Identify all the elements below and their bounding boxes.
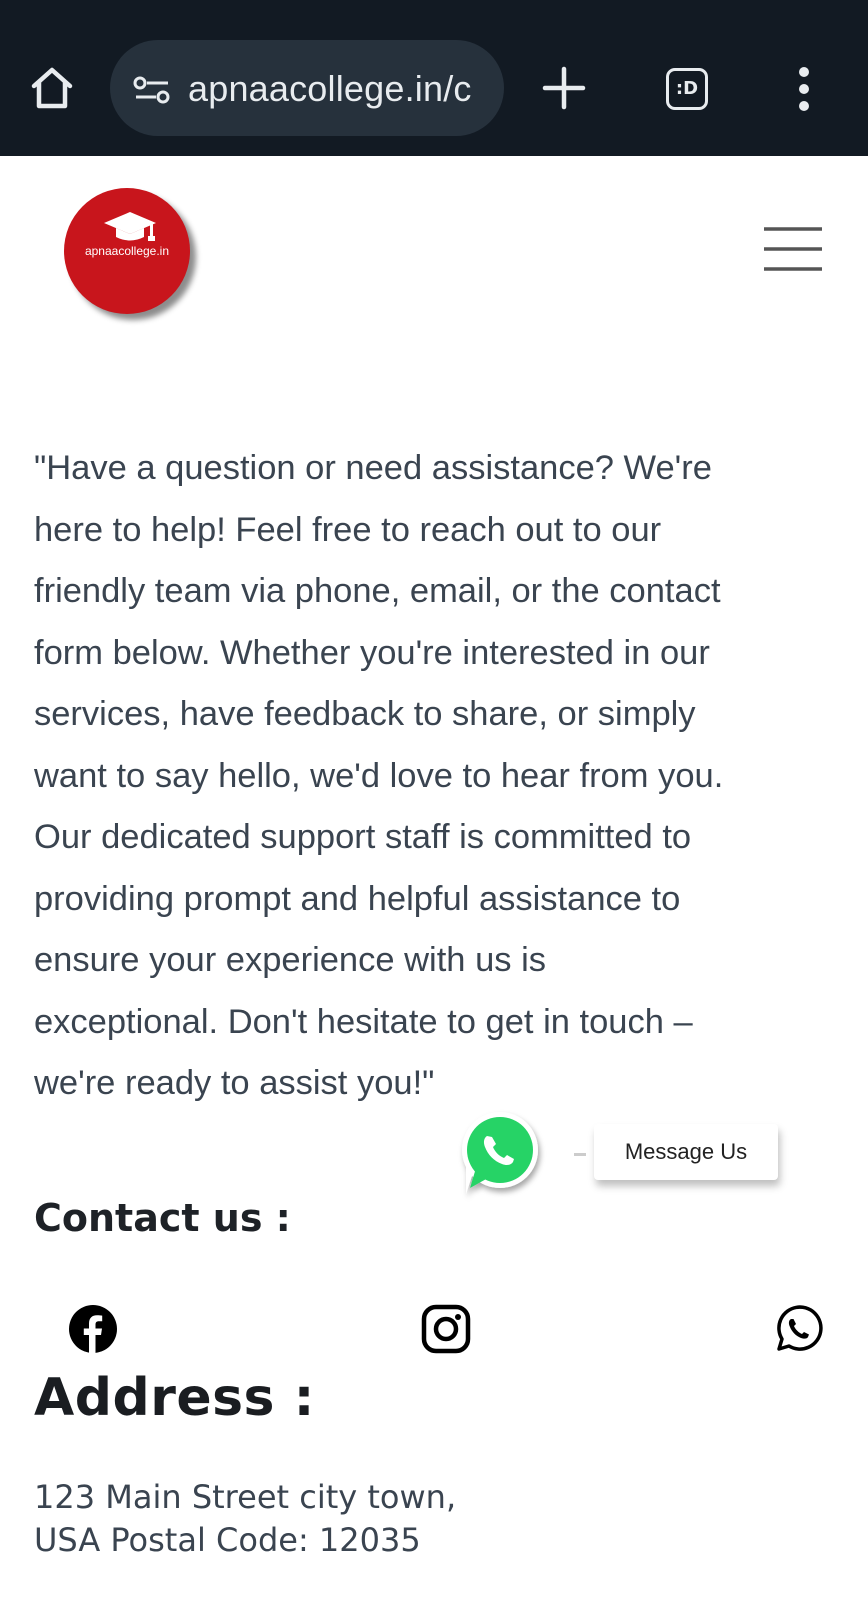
message-us-button[interactable]: Message Us	[594, 1124, 778, 1180]
address-line-1: 123 Main Street city town,	[34, 1478, 457, 1516]
url-text[interactable]: apnaacollege.in/c	[188, 68, 488, 110]
intro-paragraph: "Have a question or need assistance? We'…	[34, 438, 834, 1115]
intro-line: services, have feedback to share, or sim…	[34, 695, 696, 733]
hamburger-menu-icon[interactable]	[764, 226, 822, 272]
instagram-icon[interactable]	[421, 1304, 471, 1354]
intro-line: providing prompt and helpful assistance …	[34, 879, 681, 918]
site-logo[interactable]: apnaacollege.in	[64, 188, 190, 314]
divider	[574, 1153, 586, 1156]
intro-line: we're ready to assist you!"	[34, 1064, 435, 1102]
home-icon[interactable]	[28, 64, 76, 112]
facebook-icon[interactable]	[68, 1304, 118, 1354]
tab-switcher-button[interactable]: :D	[666, 68, 708, 110]
graduation-cap-icon	[104, 212, 156, 241]
new-tab-icon[interactable]	[542, 66, 586, 110]
site-settings-icon[interactable]	[132, 76, 172, 104]
intro-line: "Have a question or need assistance? We'…	[34, 449, 712, 487]
more-options-icon[interactable]	[792, 66, 816, 112]
address-heading: Address :	[34, 1368, 315, 1428]
address-line-2: USA Postal Code: 12035	[34, 1521, 421, 1559]
intro-line: Our dedicated support staff is committed…	[34, 818, 692, 856]
whatsapp-float-button[interactable]	[454, 1108, 548, 1202]
intro-line: exceptional. Don't hesitate to get in to…	[34, 1002, 693, 1041]
intro-line: friendly team via phone, email, or the c…	[34, 572, 721, 610]
intro-line: want to say hello, we'd love to hear fro…	[34, 756, 724, 795]
intro-line: ensure your experience with us is	[34, 941, 547, 979]
logo-text: apnaacollege.in	[84, 244, 170, 258]
whatsapp-icon[interactable]	[773, 1304, 823, 1354]
intro-line: here to help! Feel free to reach out to …	[34, 510, 662, 549]
address-bar[interactable]: apnaacollege.in/c	[110, 40, 504, 136]
intro-line: form below. Whether you're interested in…	[34, 633, 710, 672]
browser-toolbar: apnaacollege.in/c :D	[0, 0, 868, 156]
contact-heading: Contact us :	[34, 1196, 291, 1240]
